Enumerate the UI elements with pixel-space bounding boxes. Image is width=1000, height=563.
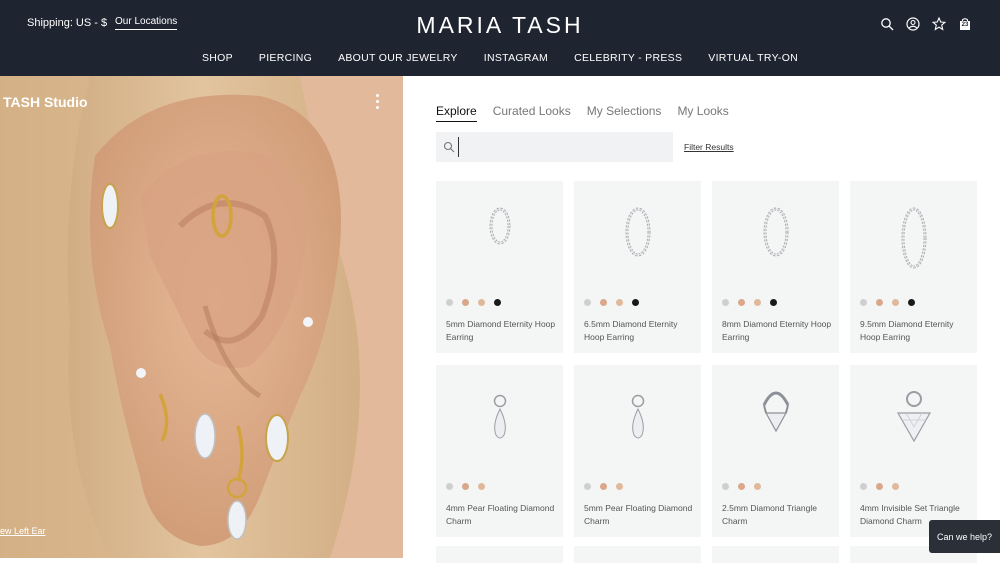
product-name: 2.5mm Diamond Triangle Charm bbox=[722, 503, 817, 526]
account-icon[interactable] bbox=[906, 17, 920, 31]
product-search-box bbox=[436, 132, 673, 162]
main-nav: SHOP PIERCING ABOUT OUR JEWELRY INSTAGRA… bbox=[0, 52, 1000, 64]
metal-swatches bbox=[722, 299, 777, 306]
metal-swatch[interactable] bbox=[722, 299, 729, 306]
more-options-icon[interactable] bbox=[373, 94, 381, 112]
pear-charm-icon bbox=[436, 383, 563, 478]
metal-swatch[interactable] bbox=[600, 483, 607, 490]
pear-charm-icon bbox=[574, 383, 701, 478]
metal-swatches bbox=[446, 299, 501, 306]
metal-swatch[interactable] bbox=[616, 483, 623, 490]
nav-celebrity-press[interactable]: CELEBRITY - PRESS bbox=[574, 52, 682, 64]
nav-shop[interactable]: SHOP bbox=[202, 52, 233, 64]
eternity-hoop-icon bbox=[574, 199, 701, 294]
search-icon bbox=[443, 141, 455, 153]
filter-results-link[interactable]: Filter Results bbox=[684, 142, 734, 152]
nav-virtual-try-on[interactable]: VIRTUAL TRY-ON bbox=[708, 52, 798, 64]
metal-swatch[interactable] bbox=[738, 299, 745, 306]
metal-swatches bbox=[584, 299, 639, 306]
triangle-charm-icon bbox=[712, 383, 839, 478]
large-eternity-hoop-icon bbox=[850, 199, 977, 294]
tash-studio-ear-viewer[interactable]: TASH Studio ew Left Ear bbox=[0, 76, 403, 558]
product-name: 5mm Pear Floating Diamond Charm bbox=[584, 503, 693, 526]
search-icon[interactable] bbox=[880, 17, 894, 31]
ear-image bbox=[0, 76, 403, 558]
cart-bag-icon[interactable]: 23 bbox=[958, 17, 972, 31]
metal-swatches bbox=[446, 483, 485, 490]
metal-swatch[interactable] bbox=[892, 483, 899, 490]
product-card-partial[interactable] bbox=[712, 546, 839, 563]
product-card[interactable]: 6.5mm Diamond Eternity Hoop Earring bbox=[574, 181, 701, 353]
tab-explore[interactable]: Explore bbox=[436, 104, 477, 122]
product-card[interactable]: 9.5mm Diamond Eternity Hoop Earring bbox=[850, 181, 977, 353]
header-icons: 23 bbox=[880, 17, 972, 31]
metal-swatch[interactable] bbox=[600, 299, 607, 306]
nav-about-our-jewelry[interactable]: ABOUT OUR JEWELRY bbox=[338, 52, 458, 64]
metal-swatches bbox=[722, 483, 761, 490]
product-card[interactable]: 8mm Diamond Eternity Hoop Earring bbox=[712, 181, 839, 353]
favorites-star-icon[interactable] bbox=[932, 17, 946, 31]
product-name: 5mm Diamond Eternity Hoop Earring bbox=[446, 319, 556, 342]
product-name: 6.5mm Diamond Eternity Hoop Earring bbox=[584, 319, 678, 342]
product-card[interactable]: 4mm Pear Floating Diamond Charm bbox=[436, 365, 563, 537]
metal-swatch[interactable] bbox=[738, 483, 745, 490]
metal-swatch[interactable] bbox=[754, 299, 761, 306]
brand-logo[interactable]: MARIA TASH bbox=[0, 12, 1000, 39]
metal-swatch[interactable] bbox=[908, 299, 915, 306]
metal-swatch[interactable] bbox=[632, 299, 639, 306]
small-eternity-hoop-icon bbox=[436, 199, 563, 294]
metal-swatches bbox=[584, 483, 623, 490]
tash-studio-title: TASH Studio bbox=[3, 94, 88, 110]
metal-swatch[interactable] bbox=[478, 483, 485, 490]
product-card[interactable]: 5mm Pear Floating Diamond Charm bbox=[574, 365, 701, 537]
metal-swatches bbox=[860, 483, 899, 490]
metal-swatch[interactable] bbox=[462, 299, 469, 306]
product-card-partial[interactable] bbox=[436, 546, 563, 563]
tab-my-looks[interactable]: My Looks bbox=[677, 104, 728, 122]
cart-count: 23 bbox=[961, 22, 969, 28]
metal-swatch[interactable] bbox=[770, 299, 777, 306]
metal-swatch[interactable] bbox=[892, 299, 899, 306]
tab-curated-looks[interactable]: Curated Looks bbox=[493, 104, 571, 122]
invisible-triangle-charm-icon bbox=[850, 383, 977, 478]
metal-swatch[interactable] bbox=[446, 299, 453, 306]
product-card-partial[interactable] bbox=[574, 546, 701, 563]
metal-swatch[interactable] bbox=[462, 483, 469, 490]
product-name: 4mm Pear Floating Diamond Charm bbox=[446, 503, 555, 526]
product-name: 8mm Diamond Eternity Hoop Earring bbox=[722, 319, 832, 342]
metal-swatch[interactable] bbox=[876, 299, 883, 306]
product-card[interactable]: 2.5mm Diamond Triangle Charm bbox=[712, 365, 839, 537]
product-card[interactable]: 4mm Invisible Set Triangle Diamond Charm bbox=[850, 365, 977, 537]
chat-help-button[interactable]: Can we help? bbox=[929, 520, 1000, 553]
metal-swatch[interactable] bbox=[754, 483, 761, 490]
metal-swatch[interactable] bbox=[722, 483, 729, 490]
metal-swatch[interactable] bbox=[584, 483, 591, 490]
product-name: 9.5mm Diamond Eternity Hoop Earring bbox=[860, 319, 954, 342]
metal-swatch[interactable] bbox=[860, 299, 867, 306]
eternity-hoop-icon bbox=[712, 199, 839, 294]
metal-swatch[interactable] bbox=[616, 299, 623, 306]
metal-swatch[interactable] bbox=[860, 483, 867, 490]
tab-my-selections[interactable]: My Selections bbox=[587, 104, 662, 122]
metal-swatches bbox=[860, 299, 915, 306]
explore-tabs: Explore Curated Looks My Selections My L… bbox=[436, 104, 729, 122]
metal-swatch[interactable] bbox=[478, 299, 485, 306]
product-card[interactable]: 5mm Diamond Eternity Hoop Earring bbox=[436, 181, 563, 353]
metal-swatch[interactable] bbox=[876, 483, 883, 490]
metal-swatch[interactable] bbox=[584, 299, 591, 306]
view-left-ear-link[interactable]: ew Left Ear bbox=[0, 526, 46, 536]
metal-swatch[interactable] bbox=[494, 299, 501, 306]
metal-swatch[interactable] bbox=[446, 483, 453, 490]
product-grid: 5mm Diamond Eternity Hoop Earring 6.5mm D… bbox=[436, 181, 977, 537]
site-header: Shipping: US - $ Our Locations MARIA TAS… bbox=[0, 0, 1000, 76]
nav-instagram[interactable]: INSTAGRAM bbox=[484, 52, 548, 64]
nav-piercing[interactable]: PIERCING bbox=[259, 52, 312, 64]
search-input[interactable] bbox=[458, 137, 668, 157]
